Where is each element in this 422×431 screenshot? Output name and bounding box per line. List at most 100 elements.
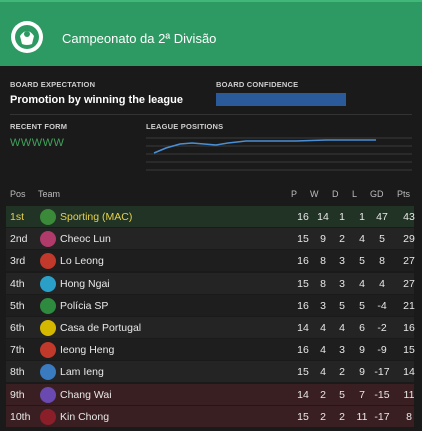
header-won[interactable]: W xyxy=(310,189,319,199)
team-badge-icon xyxy=(40,275,56,292)
team-badge-icon xyxy=(40,297,56,314)
team-name[interactable]: Ieong Heng xyxy=(60,344,114,356)
row-position: 1st xyxy=(10,211,25,223)
table-row[interactable]: 7th Ieong Heng 16 4 3 9 -9 15 xyxy=(6,339,415,361)
team-name[interactable]: Casa de Portugal xyxy=(60,322,141,334)
stat-p: 14 xyxy=(297,388,309,401)
stat-pts: 15 xyxy=(403,344,415,357)
stat-w: 2 xyxy=(320,410,326,423)
competition-header: Campeonato da 2ª Divisão xyxy=(0,0,422,66)
header-team[interactable]: Team xyxy=(38,189,60,199)
row-position: 8th xyxy=(10,366,25,379)
team-name[interactable]: Sporting (MAC) xyxy=(60,211,132,223)
stat-l: 5 xyxy=(359,299,365,312)
stat-gd: -17 xyxy=(374,410,390,423)
stat-pts: 16 xyxy=(403,322,415,334)
team-name[interactable]: Kin Chong xyxy=(60,411,109,423)
stat-l: 9 xyxy=(359,366,365,379)
header-played[interactable]: P xyxy=(291,189,297,199)
recent-form-value[interactable]: WWWWW xyxy=(10,137,64,149)
stat-gd: 8 xyxy=(379,255,385,268)
stat-gd: -2 xyxy=(377,322,387,334)
stat-p: 14 xyxy=(297,322,309,334)
row-position: 4th xyxy=(10,277,25,290)
stat-p: 16 xyxy=(297,211,309,223)
stat-d: 2 xyxy=(339,233,345,246)
header-pos[interactable]: Pos xyxy=(10,189,26,199)
row-position: 5th xyxy=(10,299,25,312)
header-gd[interactable]: GD xyxy=(370,189,384,199)
stat-gd: 5 xyxy=(379,233,385,246)
stat-pts: 29 xyxy=(403,233,415,246)
row-position: 7th xyxy=(10,344,25,357)
stat-d: 2 xyxy=(339,366,345,379)
stat-w: 14 xyxy=(317,211,329,223)
stat-p: 15 xyxy=(297,410,309,423)
stat-l: 7 xyxy=(359,388,365,401)
table-row[interactable]: 2nd Cheoc Lun 15 9 2 4 5 29 xyxy=(6,228,415,250)
stat-w: 4 xyxy=(320,322,326,334)
stat-l: 4 xyxy=(359,233,365,246)
stat-w: 8 xyxy=(320,277,326,290)
stat-w: 4 xyxy=(320,344,326,357)
header-accent-line xyxy=(0,0,422,2)
team-badge-icon xyxy=(40,231,56,248)
stat-pts: 27 xyxy=(403,277,415,290)
table-row[interactable]: 6th Casa de Portugal 14 4 4 6 -2 16 xyxy=(6,317,415,338)
stat-p: 15 xyxy=(297,233,309,246)
stat-l: 5 xyxy=(359,255,365,268)
stat-d: 4 xyxy=(339,322,345,334)
stat-pts: 11 xyxy=(403,388,415,401)
table-row[interactable]: 5th Polícia SP 16 3 5 5 -4 21 xyxy=(6,294,415,316)
stat-d: 2 xyxy=(339,410,345,423)
team-name[interactable]: Cheoc Lun xyxy=(60,233,111,245)
table-row[interactable]: 3rd Lo Leong 16 8 3 5 8 27 xyxy=(6,250,415,272)
stat-l: 4 xyxy=(359,277,365,290)
competition-title[interactable]: Campeonato da 2ª Divisão xyxy=(62,31,216,46)
stat-d: 5 xyxy=(339,388,345,401)
team-badge-icon xyxy=(40,364,56,381)
board-expectation-label: BOARD EXPECTATION xyxy=(10,80,96,89)
team-name[interactable]: Polícia SP xyxy=(60,300,108,312)
row-position: 9th xyxy=(10,388,25,401)
team-name[interactable]: Hong Ngai xyxy=(60,278,110,290)
header-lost[interactable]: L xyxy=(352,189,357,199)
stat-gd: -4 xyxy=(377,299,387,312)
stat-pts: 14 xyxy=(403,366,415,379)
league-positions-label: LEAGUE POSITIONS xyxy=(146,122,224,131)
recent-form-label: RECENT FORM xyxy=(10,122,68,131)
stat-l: 6 xyxy=(359,322,365,334)
stat-gd: -9 xyxy=(377,344,387,357)
stat-p: 15 xyxy=(297,366,309,379)
stat-pts: 21 xyxy=(403,299,415,312)
team-name[interactable]: Chang Wai xyxy=(60,389,112,401)
stat-gd: -15 xyxy=(374,388,390,401)
stat-d: 1 xyxy=(339,211,345,223)
board-expectation-value: Promotion by winning the league xyxy=(10,94,183,106)
header-drawn[interactable]: D xyxy=(332,189,339,199)
league-positions-graph[interactable] xyxy=(146,136,412,176)
stat-pts: 8 xyxy=(406,410,412,423)
stat-w: 4 xyxy=(320,366,326,379)
row-position: 2nd xyxy=(10,233,28,246)
row-position: 10th xyxy=(10,410,31,423)
board-confidence-label: BOARD CONFIDENCE xyxy=(216,80,299,89)
section-divider xyxy=(10,114,412,115)
stat-p: 16 xyxy=(297,255,309,268)
team-badge-icon xyxy=(40,386,56,403)
table-row[interactable]: 4th Hong Ngai 15 8 3 4 4 27 xyxy=(6,272,415,294)
team-badge-icon xyxy=(40,320,56,336)
table-row[interactable]: 10th Kin Chong 15 2 2 11 -17 8 xyxy=(6,405,414,427)
stat-pts: 43 xyxy=(403,211,415,223)
stat-w: 9 xyxy=(320,233,326,246)
stat-p: 16 xyxy=(297,299,309,312)
table-row[interactable]: 9th Chang Wai 14 2 5 7 -15 11 xyxy=(6,383,414,405)
table-row[interactable]: 1st Sporting (MAC) 16 14 1 1 47 43 xyxy=(6,206,415,227)
team-name[interactable]: Lo Leong xyxy=(60,255,104,267)
header-pts[interactable]: Pts xyxy=(397,189,410,199)
table-row[interactable]: 8th Lam Ieng 15 4 2 9 -17 14 xyxy=(6,361,415,383)
board-confidence-bar[interactable] xyxy=(216,93,346,106)
team-name[interactable]: Lam Ieng xyxy=(60,366,104,378)
competition-crest-icon xyxy=(10,20,44,54)
stat-p: 16 xyxy=(297,344,309,357)
